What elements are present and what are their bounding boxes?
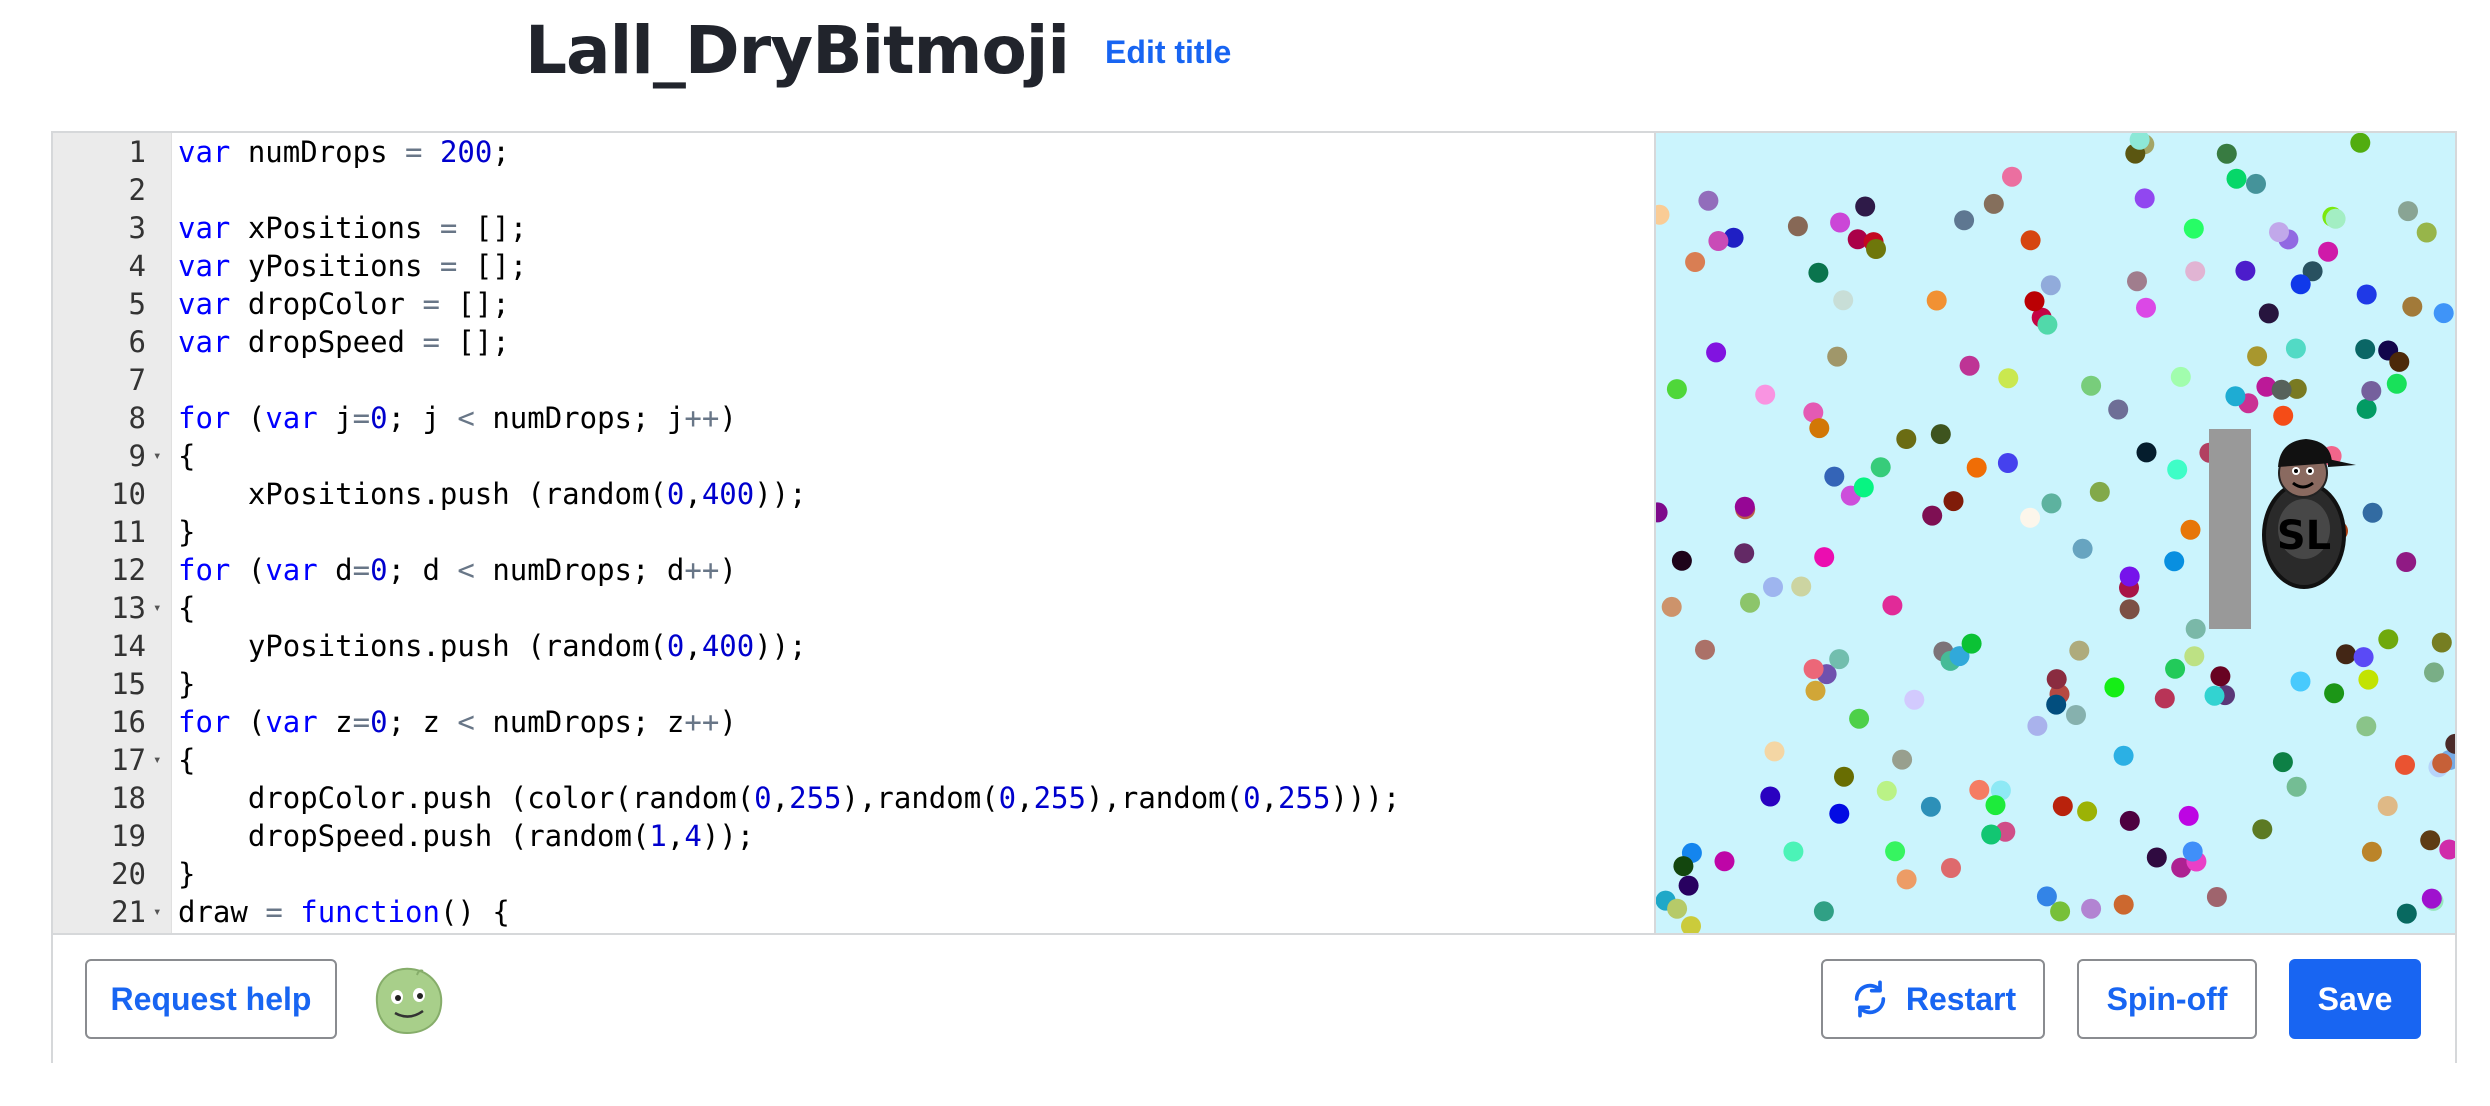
code-line[interactable]: 9 ▾ {: [53, 437, 1652, 475]
code-text: for (var d=0; d < numDrops; d++): [178, 553, 737, 587]
restart-button[interactable]: Restart: [1821, 959, 2045, 1039]
code-text: {: [178, 591, 196, 625]
code-line[interactable]: 14 yPositions.push (random(0,400));: [53, 627, 1652, 665]
code-text: dropSpeed.push (random(1,4));: [178, 819, 755, 853]
line-number: 9: [128, 439, 146, 473]
fold-toggle-icon[interactable]: ▾: [153, 589, 161, 627]
code-line[interactable]: 17 ▾ {: [53, 741, 1652, 779]
line-number: 6: [128, 325, 146, 359]
line-number: 12: [111, 553, 146, 587]
line-number: 4: [128, 249, 146, 283]
fold-toggle-icon[interactable]: ▾: [153, 893, 161, 931]
bottom-toolbar: Request help Restart Spin-off Save: [53, 933, 2455, 1063]
code-line[interactable]: 5 var dropColor = [];: [53, 285, 1652, 323]
line-number: 13: [111, 591, 146, 625]
bitmoji-letters: SL: [2277, 513, 2331, 559]
code-line[interactable]: 3 var xPositions = [];: [53, 209, 1652, 247]
code-line[interactable]: 21 ▾ draw = function() {: [53, 893, 1652, 931]
line-number: 7: [128, 363, 146, 397]
editor-frame: 1 var numDrops = 200; 2 3 var xPositions = […: [51, 131, 2457, 1063]
code-line[interactable]: 4 var yPositions = [];: [53, 247, 1652, 285]
line-number: 16: [111, 705, 146, 739]
code-text: {: [178, 743, 196, 777]
line-number: 5: [128, 287, 146, 321]
umbrella-pole: [2209, 429, 2251, 629]
restart-icon: [1850, 979, 1890, 1019]
code-text: draw = function() {: [178, 895, 510, 929]
request-help-button[interactable]: Request help: [85, 959, 337, 1039]
code-text: var dropSpeed = [];: [178, 325, 510, 359]
code-line[interactable]: 18 dropColor.push (color(random(0,255),r…: [53, 779, 1652, 817]
line-number: 19: [111, 819, 146, 853]
code-text: dropColor.push (color(random(0,255),rand…: [178, 781, 1401, 815]
code-line[interactable]: 1 var numDrops = 200;: [53, 133, 1652, 171]
code-line[interactable]: 6 var dropSpeed = [];: [53, 323, 1652, 361]
bitmoji-character: SL: [2262, 439, 2356, 589]
line-number: 21: [111, 895, 146, 929]
save-button[interactable]: Save: [2289, 959, 2421, 1039]
line-number: 2: [128, 173, 146, 207]
line-number: 20: [111, 857, 146, 891]
line-number: 17: [111, 743, 146, 777]
line-number: 11: [111, 515, 146, 549]
title-bar: Lall_DryBitmoji Edit title: [525, 0, 1231, 100]
code-text: {: [178, 439, 196, 473]
code-text: var dropColor = [];: [178, 287, 510, 321]
code-text: }: [178, 667, 196, 701]
avatar[interactable]: [369, 961, 447, 1042]
code-line[interactable]: 11}: [53, 513, 1652, 551]
code-line[interactable]: 2: [53, 171, 1652, 209]
line-number: 1: [128, 135, 146, 169]
code-text: var yPositions = [];: [178, 249, 528, 283]
page-title: Lall_DryBitmoji: [525, 11, 1070, 89]
line-number: 3: [128, 211, 146, 245]
code-text: }: [178, 857, 196, 891]
code-text: var numDrops = 200;: [178, 135, 510, 169]
line-number: 8: [128, 401, 146, 435]
code-line[interactable]: 10 xPositions.push (random(0,400));: [53, 475, 1652, 513]
spin-off-button[interactable]: Spin-off: [2077, 959, 2257, 1039]
restart-label: Restart: [1905, 980, 2017, 1017]
fold-toggle-icon[interactable]: ▾: [153, 437, 161, 475]
edit-title-link[interactable]: Edit title: [1105, 34, 1231, 71]
line-number: 14: [111, 629, 146, 663]
code-line[interactable]: 13 ▾ {: [53, 589, 1652, 627]
code-text: for (var j=0; j < numDrops; j++): [178, 401, 737, 435]
code-editor[interactable]: 1 var numDrops = 200; 2 3 var xPositions = […: [53, 133, 1652, 933]
output-canvas[interactable]: SL: [1654, 133, 2455, 933]
code-line[interactable]: 20}: [53, 855, 1652, 893]
code-lines[interactable]: 1 var numDrops = 200; 2 3 var xPositions = […: [53, 133, 1652, 931]
code-text: var xPositions = [];: [178, 211, 528, 245]
code-text: yPositions.push (random(0,400));: [178, 629, 807, 663]
line-number: 18: [111, 781, 146, 815]
code-text: }: [178, 515, 196, 549]
fold-toggle-icon[interactable]: ▾: [153, 741, 161, 779]
code-line[interactable]: 7: [53, 361, 1652, 399]
code-line[interactable]: 12 for (var d=0; d < numDrops; d++): [53, 551, 1652, 589]
code-line[interactable]: 8 for (var j=0; j < numDrops; j++): [53, 399, 1652, 437]
code-line[interactable]: 15}: [53, 665, 1652, 703]
code-line[interactable]: 19 dropSpeed.push (random(1,4));: [53, 817, 1652, 855]
line-number: 10: [111, 477, 146, 511]
code-line[interactable]: 16 for (var z=0; z < numDrops; z++): [53, 703, 1652, 741]
line-number: 15: [111, 667, 146, 701]
code-text: for (var z=0; z < numDrops; z++): [178, 705, 737, 739]
scene-layer: SL: [2209, 429, 2356, 629]
code-text: xPositions.push (random(0,400));: [178, 477, 807, 511]
